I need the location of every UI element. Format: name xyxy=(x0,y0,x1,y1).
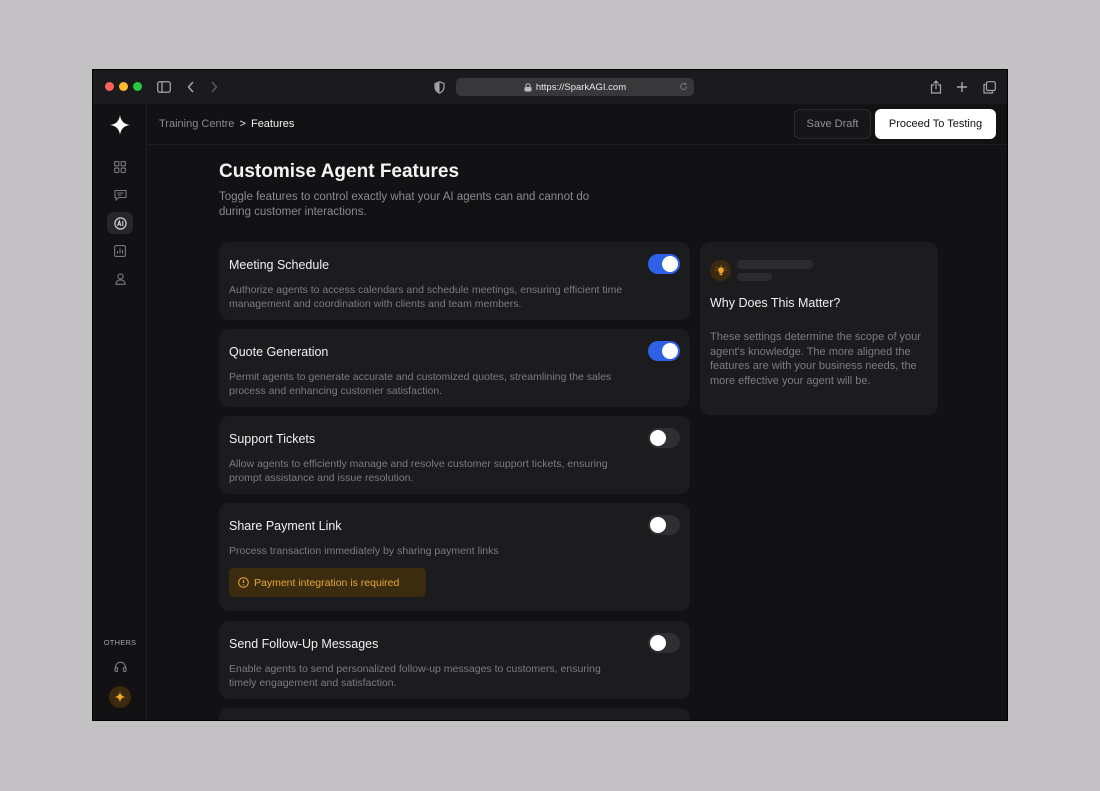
reload-icon[interactable] xyxy=(679,82,688,91)
toggle-knob xyxy=(650,635,666,651)
info-circle-icon xyxy=(238,577,249,588)
feature-description: Authorize agents to access calendars and… xyxy=(229,284,623,310)
url-text: https://SparkAGI.com xyxy=(535,81,627,93)
toggle-knob xyxy=(662,256,678,272)
sidebar-item-profile[interactable] xyxy=(107,268,133,290)
feature-toggle-quote-generation[interactable] xyxy=(648,341,680,361)
sidebar-item-analytics[interactable] xyxy=(107,240,133,262)
feature-description: Allow agents to efficiently manage and r… xyxy=(229,458,608,484)
address-bar[interactable]: https://SparkAGI.com xyxy=(456,78,694,96)
feature-toggle-send-follow-up-messages[interactable] xyxy=(648,633,680,653)
toggle-knob xyxy=(662,343,678,359)
back-icon[interactable] xyxy=(182,78,200,96)
sidebar-item-agent[interactable] xyxy=(107,212,133,234)
info-title: Why Does This Matter? xyxy=(710,296,841,310)
sparkle-icon xyxy=(114,691,126,703)
lock-icon xyxy=(524,83,532,92)
headset-icon xyxy=(113,661,127,673)
browser-titlebar: https://SparkAGI.com xyxy=(93,70,1007,104)
minimize-window-button[interactable] xyxy=(119,82,128,91)
share-icon[interactable] xyxy=(927,78,945,96)
ai-icon xyxy=(113,216,127,230)
save-draft-button[interactable]: Save Draft xyxy=(794,109,871,139)
close-window-button[interactable] xyxy=(105,82,114,91)
user-icon xyxy=(114,273,126,285)
feature-title: Share Payment Link xyxy=(229,519,342,533)
feature-card-support-tickets: Support Tickets Allow agents to efficien… xyxy=(219,416,690,494)
shield-icon[interactable] xyxy=(430,78,448,96)
sidebar-item-dashboard[interactable] xyxy=(107,156,133,178)
spark-logo-icon[interactable] xyxy=(109,114,131,136)
skeleton-placeholder xyxy=(737,273,772,281)
breadcrumb-separator: > xyxy=(239,118,246,130)
feature-toggle-share-payment-link[interactable] xyxy=(648,515,680,535)
info-text: These settings determine the scope of yo… xyxy=(710,331,921,387)
toggle-knob xyxy=(650,430,666,446)
chat-icon xyxy=(113,189,127,201)
page-header: Training Centre > Features Save Draft Pr… xyxy=(148,104,1007,145)
breadcrumb-parent[interactable]: Training Centre xyxy=(159,118,234,130)
sidebar-item-support[interactable] xyxy=(107,656,133,678)
sidebar-section-label: OTHERS xyxy=(103,638,137,647)
payment-warning-badge[interactable]: Payment integration is required xyxy=(229,568,426,597)
maximize-window-button[interactable] xyxy=(133,82,142,91)
info-panel: Why Does This Matter? These settings det… xyxy=(700,242,938,415)
sidebar-toggle-icon[interactable] xyxy=(155,78,173,96)
new-tab-icon[interactable] xyxy=(953,78,971,96)
feature-description: Permit agents to generate accurate and c… xyxy=(229,371,612,397)
sidebar-item-conversations[interactable] xyxy=(107,184,133,206)
breadcrumb: Training Centre > Features xyxy=(159,118,294,130)
payment-warning-text: Payment integration is required xyxy=(254,576,400,589)
page-subtitle: Toggle features to control exactly what … xyxy=(219,191,590,218)
feature-card-quote-generation: Quote Generation Permit agents to genera… xyxy=(219,329,690,407)
app-sidebar: OTHERS xyxy=(93,104,147,720)
feature-toggle-meeting-schedule[interactable] xyxy=(648,254,680,274)
assistant-spark-button[interactable] xyxy=(109,686,131,708)
lightbulb-icon xyxy=(710,260,731,281)
feature-description: Enable agents to send personalized follo… xyxy=(229,663,601,689)
feature-title: Quote Generation xyxy=(229,345,329,359)
feature-title: Meeting Schedule xyxy=(229,258,330,272)
feature-title: Support Tickets xyxy=(229,432,316,446)
toggle-knob xyxy=(650,517,666,533)
breadcrumb-current: Features xyxy=(250,118,295,130)
feature-description: Process transaction immediately by shari… xyxy=(229,545,499,557)
tabs-overview-icon[interactable] xyxy=(980,78,998,96)
feature-title: Send Follow-Up Messages xyxy=(229,637,379,651)
proceed-to-testing-button[interactable]: Proceed To Testing xyxy=(875,109,996,139)
grid-icon xyxy=(114,161,126,173)
skeleton-placeholder xyxy=(737,260,813,269)
feature-card-meeting-schedule: Meeting Schedule Authorize agents to acc… xyxy=(219,242,690,320)
feature-card-send-follow-up-messages: Send Follow-Up Messages Enable agents to… xyxy=(219,621,690,699)
browser-window: https://SparkAGI.com OTHERS Training Cen… xyxy=(92,69,1008,721)
feature-toggle-support-tickets[interactable] xyxy=(648,428,680,448)
feature-card-share-payment-link: Share Payment Link Process transaction i… xyxy=(219,503,690,611)
page-title: Customise Agent Features xyxy=(219,161,460,182)
feature-card-next xyxy=(219,708,690,720)
chart-icon xyxy=(114,245,126,257)
forward-icon[interactable] xyxy=(205,78,223,96)
